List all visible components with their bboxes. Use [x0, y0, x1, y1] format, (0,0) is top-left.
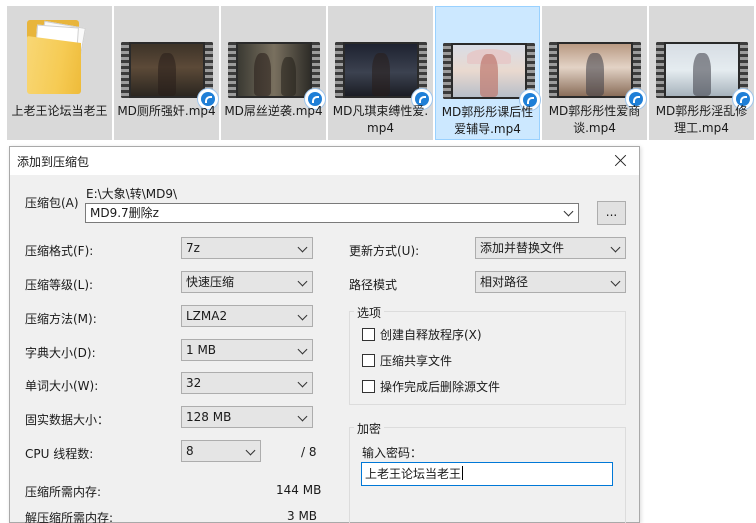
video-thumbnail	[549, 42, 641, 98]
video-thumbnail	[656, 42, 748, 98]
mem-compress-label: 压缩所需内存:	[25, 485, 102, 499]
file-name: MD郭彤彤淫乱修理工.mp4	[655, 104, 748, 135]
word-value: 32	[186, 376, 202, 390]
word-label: 单词大小(W):	[25, 379, 99, 393]
path-mode-label: 路径模式	[349, 278, 398, 292]
level-label: 压缩等级(L):	[25, 278, 94, 292]
file-name: MD郭彤彤课后性爱辅导.mp4	[441, 105, 534, 136]
format-value: 7z	[186, 241, 200, 255]
archive-label: 压缩包(A)	[25, 196, 79, 210]
file-name: MD凡琪束缚性爱.mp4	[332, 104, 429, 135]
encryption-title: 加密	[354, 420, 385, 437]
cpu-threads-select[interactable]: 8	[181, 440, 261, 462]
file-item-video[interactable]: MD郭彤彤淫乱修理工.mp4	[649, 6, 754, 140]
file-name: MD郭彤彤性爱商谈.mp4	[548, 104, 641, 135]
mem-compress-value: 144 MB	[276, 483, 322, 497]
video-thumbnail	[443, 43, 535, 99]
file-item-video[interactable]: MD凡琪束缚性爱.mp4	[328, 6, 433, 140]
file-item-video-selected[interactable]: MD郭彤彤课后性爱辅导.mp4	[435, 6, 541, 140]
chevron-down-icon	[610, 276, 621, 287]
file-list: 上老王论坛当老王 MD厕所强奸.mp4 MD屌丝逆袭.mp4 MD凡琪束缚性爱.…	[0, 0, 756, 145]
level-select[interactable]: 快速压缩	[181, 271, 313, 293]
video-thumbnail	[228, 42, 320, 98]
chevron-down-icon	[297, 242, 308, 253]
shared-checkbox[interactable]	[362, 354, 375, 367]
text-caret	[462, 466, 464, 480]
path-mode-value: 相对路径	[480, 275, 529, 289]
chevron-down-icon	[245, 445, 256, 456]
file-name: 上老王论坛当老王	[11, 104, 108, 118]
password-label: 输入密码：	[362, 446, 423, 460]
word-select[interactable]: 32	[181, 372, 313, 394]
cpu-max: / 8	[301, 445, 317, 459]
close-icon[interactable]	[607, 147, 635, 175]
title-bar: 添加到压缩包	[10, 147, 639, 175]
file-name: MD屌丝逆袭.mp4	[224, 104, 323, 118]
file-name: MD厕所强奸.mp4	[117, 104, 216, 118]
solid-value: 128 MB	[186, 410, 232, 424]
sfx-option-label: 创建自释放程序(X)	[380, 328, 482, 342]
method-label: 压缩方法(M):	[25, 312, 97, 326]
video-thumbnail	[121, 42, 213, 98]
password-value: 上老王论坛当老王	[365, 467, 462, 481]
archive-name-value: MD9.7删除z	[90, 206, 159, 220]
dict-value: 1 MB	[186, 343, 217, 357]
file-item-video[interactable]: MD屌丝逆袭.mp4	[221, 6, 326, 140]
archive-path: E:\大象\转\MD9\	[86, 187, 178, 201]
file-item-video[interactable]: MD郭彤彤性爱商谈.mp4	[542, 6, 647, 140]
sfx-checkbox[interactable]	[362, 328, 375, 341]
options-title: 选项	[354, 304, 385, 321]
path-mode-select[interactable]: 相对路径	[475, 271, 626, 293]
file-item-folder[interactable]: 上老王论坛当老王	[7, 6, 112, 140]
video-thumbnail	[335, 42, 427, 98]
mem-decompress-value: 3 MB	[287, 509, 318, 523]
solid-label: 固实数据大小：	[25, 413, 110, 427]
chevron-down-icon	[297, 377, 308, 388]
update-mode-select[interactable]: 添加并替换文件	[475, 237, 626, 259]
format-label: 压缩格式(F):	[25, 244, 94, 258]
cpu-value: 8	[186, 444, 194, 458]
add-to-archive-dialog: 添加到压缩包 压缩包(A) E:\大象\转\MD9\ MD9.7删除z ... …	[9, 146, 640, 523]
solid-select[interactable]: 128 MB	[181, 406, 313, 428]
dict-label: 字典大小(D):	[25, 346, 96, 360]
cpu-label: CPU 线程数:	[25, 447, 94, 461]
mem-decompress-label: 解压缩所需内存:	[25, 511, 114, 523]
folder-icon	[27, 18, 86, 94]
browse-button[interactable]: ...	[597, 201, 626, 225]
delete-checkbox[interactable]	[362, 380, 375, 393]
chevron-down-icon	[297, 310, 308, 321]
file-item-video[interactable]: MD厕所强奸.mp4	[114, 6, 219, 140]
level-value: 快速压缩	[186, 275, 235, 289]
dialog-title: 添加到压缩包	[17, 155, 90, 169]
chevron-down-icon	[610, 242, 621, 253]
chevron-down-icon	[297, 411, 308, 422]
chevron-down-icon	[297, 344, 308, 355]
update-mode-value: 添加并替换文件	[480, 241, 565, 255]
format-select[interactable]: 7z	[181, 237, 313, 259]
password-input[interactable]: 上老王论坛当老王	[361, 462, 613, 486]
dict-select[interactable]: 1 MB	[181, 339, 313, 361]
delete-option-label: 操作完成后删除源文件	[380, 380, 501, 394]
method-value: LZMA2	[186, 309, 228, 323]
chevron-down-icon[interactable]	[563, 206, 574, 217]
chevron-down-icon	[297, 276, 308, 287]
update-mode-label: 更新方式(U):	[349, 244, 420, 258]
shared-option-label: 压缩共享文件	[380, 354, 453, 368]
archive-name-combo[interactable]: MD9.7删除z	[85, 203, 579, 223]
method-select[interactable]: LZMA2	[181, 305, 313, 327]
